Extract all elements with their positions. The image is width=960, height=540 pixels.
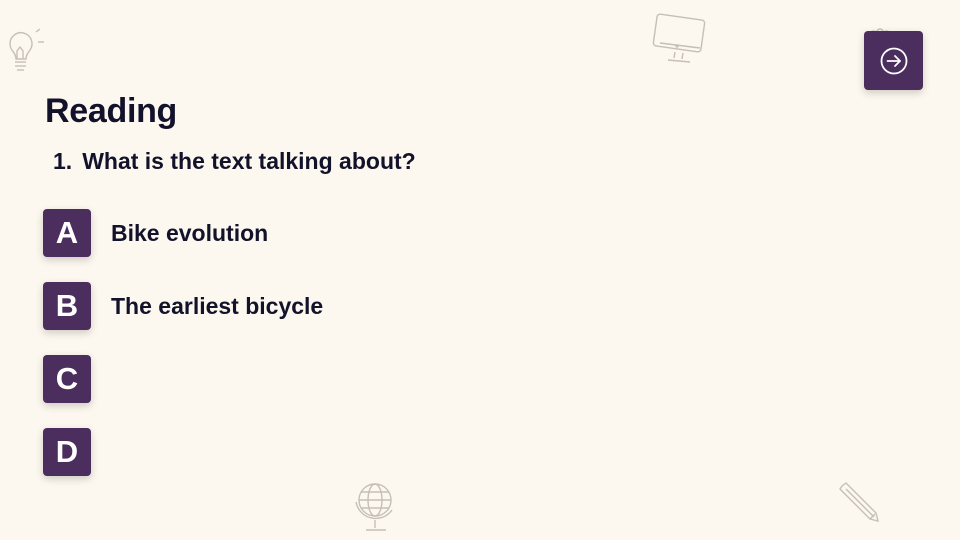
option-letter: A bbox=[43, 209, 91, 257]
option-a[interactable]: A Bike evolution bbox=[43, 209, 268, 257]
lightbulb-icon bbox=[0, 22, 48, 74]
option-text: The earliest bicycle bbox=[111, 292, 324, 319]
arrow-right-circle-icon bbox=[880, 47, 907, 74]
question: 1. What is the text talking about? bbox=[53, 148, 416, 175]
option-b[interactable]: B The earliest bicycle bbox=[43, 282, 323, 330]
option-d[interactable]: D bbox=[43, 428, 111, 476]
option-letter: B bbox=[43, 282, 91, 330]
page-title: Reading bbox=[45, 92, 178, 130]
option-letter: C bbox=[43, 355, 91, 403]
computer-monitor-icon bbox=[650, 13, 708, 65]
globe-icon bbox=[352, 478, 400, 536]
pencil-icon bbox=[834, 478, 882, 526]
option-text: Bike evolution bbox=[111, 219, 269, 246]
quiz-slide: Reading 1. What is the text talking abou… bbox=[0, 0, 960, 540]
question-text: What is the text talking about? bbox=[82, 148, 416, 174]
option-c[interactable]: C bbox=[43, 355, 111, 403]
question-number: 1. bbox=[53, 148, 73, 174]
next-button[interactable] bbox=[864, 31, 923, 90]
option-letter: D bbox=[43, 428, 91, 476]
